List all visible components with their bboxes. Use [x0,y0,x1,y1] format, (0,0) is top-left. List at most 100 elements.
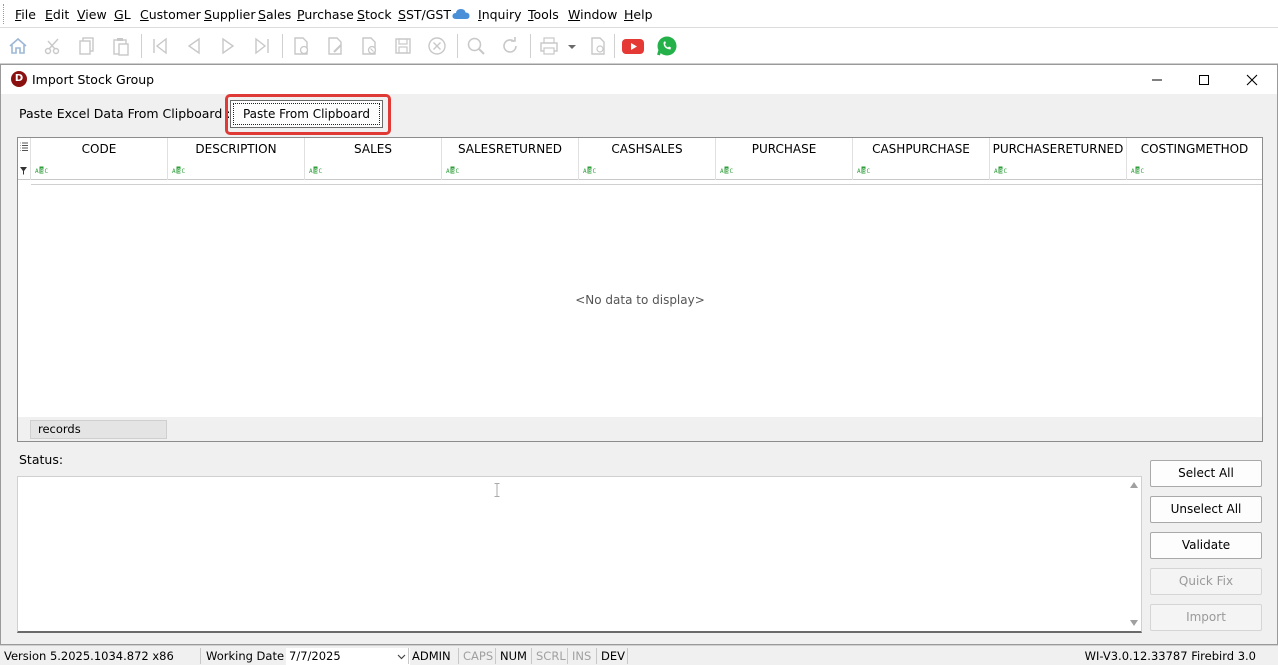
grid-header: CODE ABC DESCRIPTION ABC SALES ABC SALES… [18,138,1262,180]
maximize-button[interactable] [1184,69,1224,91]
working-date-field[interactable]: 7/7/2025 [286,648,410,665]
abc-filter-icon[interactable]: ABC [1131,166,1145,174]
menu-help[interactable]: Help [624,7,653,22]
toolbar-separator [141,34,142,58]
column-title: CASHSALES [611,142,683,156]
grid-footer: records [18,417,1262,441]
menu-tools[interactable]: Tools [528,7,559,22]
column-header-purchasereturned[interactable]: PURCHASERETURNED ABC [990,138,1127,180]
close-button[interactable] [1232,69,1272,91]
window-title: Import Stock Group [32,72,155,87]
import-stock-group-window: D Import Stock Group Paste Excel Data Fr… [0,64,1278,645]
svg-text:C: C [182,168,186,174]
column-header-costingmethod[interactable]: COSTINGMETHOD ABC [1127,138,1262,180]
menu-purchase[interactable]: Purchase [297,7,354,22]
unselect-all-button[interactable]: Unselect All [1150,496,1262,523]
column-header-cashpurchase[interactable]: CASHPURCHASE ABC [853,138,990,180]
menu-window[interactable]: Window [568,7,617,22]
search-icon[interactable] [466,36,486,56]
preview-icon[interactable] [588,36,608,56]
window-title-bar: D Import Stock Group [1,65,1277,94]
menu-supplier[interactable]: Supplier [204,7,256,22]
cancel-icon[interactable] [427,36,447,56]
paste-from-clipboard-button[interactable]: Paste From Clipboard [230,100,383,128]
cloud-icon[interactable] [452,8,470,20]
data-grid[interactable]: CODE ABC DESCRIPTION ABC SALES ABC SALES… [17,137,1263,442]
abc-filter-icon[interactable]: ABC [720,166,734,174]
status-label: Status: [19,452,64,467]
ins-indicator: INS [572,649,592,663]
abc-filter-icon[interactable]: ABC [583,166,597,174]
chevron-down-icon[interactable] [397,652,406,661]
menu-inquiry[interactable]: Inquiry [478,7,521,22]
svg-text:C: C [1141,168,1145,174]
menu-view[interactable]: View [77,7,107,22]
column-title: CODE [81,142,117,156]
home-icon[interactable] [8,36,28,56]
statusbar-separator [531,648,532,664]
select-all-button[interactable]: Select All [1150,460,1262,487]
statusbar-separator [627,648,628,664]
whatsapp-icon[interactable] [656,36,678,56]
save-icon[interactable] [393,36,413,56]
last-record-icon[interactable] [252,36,272,56]
working-date-label: Working Date [206,649,285,663]
status-memo[interactable] [17,476,1142,633]
svg-text:B: B [451,168,455,174]
menu-sst-gst[interactable]: SST/GST [398,7,451,22]
num-indicator: NUM [500,649,527,663]
delete-doc-icon[interactable] [359,36,379,56]
column-header-sales[interactable]: SALES ABC [305,138,442,180]
menu-stock[interactable]: Stock [357,7,392,22]
abc-filter-icon[interactable]: ABC [35,166,49,174]
paste-icon[interactable] [111,36,131,56]
previous-record-icon[interactable] [184,36,204,56]
text-cursor-icon [494,483,500,497]
column-header-purchase[interactable]: PURCHASE ABC [716,138,853,180]
first-record-icon[interactable] [150,36,170,56]
dev-indicator: DEV [601,649,625,663]
refresh-icon[interactable] [500,36,520,56]
status-bar: Version 5.2025.1034.872 x86 Working Date… [0,645,1278,665]
import-button[interactable]: Import [1150,604,1262,631]
column-header-description[interactable]: DESCRIPTION ABC [168,138,305,180]
svg-text:C: C [456,168,460,174]
menu-edit[interactable]: Edit [45,7,69,22]
toolbar [0,28,1278,64]
validate-button[interactable]: Validate [1150,532,1262,559]
abc-filter-icon[interactable]: ABC [309,166,323,174]
print-dropdown-icon[interactable] [566,36,578,56]
abc-filter-icon[interactable]: ABC [172,166,186,174]
scroll-up-icon[interactable] [1130,482,1138,488]
minimize-button[interactable] [1137,69,1177,91]
column-header-code[interactable]: CODE ABC [31,138,168,180]
svg-text:C: C [867,168,871,174]
scroll-down-icon[interactable] [1130,620,1138,626]
column-title: DESCRIPTION [195,142,277,156]
row-indicator[interactable] [18,138,31,180]
edit-doc-icon[interactable] [325,36,345,56]
abc-filter-icon[interactable]: ABC [446,166,460,174]
svg-text:C: C [45,168,49,174]
menu-customer[interactable]: Customer [140,7,201,22]
abc-filter-icon[interactable]: ABC [857,166,871,174]
paste-label: Paste Excel Data From Clipboard : [19,106,231,121]
abc-filter-icon[interactable]: ABC [994,166,1008,174]
next-record-icon[interactable] [218,36,238,56]
column-chooser-icon[interactable] [18,138,31,180]
svg-text:A: A [720,168,724,174]
menu-file[interactable]: File [15,7,36,22]
cut-icon[interactable] [43,36,63,56]
column-header-salesreturned[interactable]: SALESRETURNED ABC [442,138,579,180]
menu-gl[interactable]: GL [114,7,131,22]
quick-fix-button[interactable]: Quick Fix [1150,568,1262,595]
column-header-cashsales[interactable]: CASHSALES ABC [579,138,716,180]
svg-text:A: A [994,168,998,174]
youtube-icon[interactable] [622,36,644,56]
menu-sales[interactable]: Sales [258,7,291,22]
svg-text:C: C [730,168,734,174]
print-icon[interactable] [539,36,559,56]
copy-icon[interactable] [77,36,97,56]
svg-text:A: A [446,168,450,174]
new-doc-icon[interactable] [291,36,311,56]
